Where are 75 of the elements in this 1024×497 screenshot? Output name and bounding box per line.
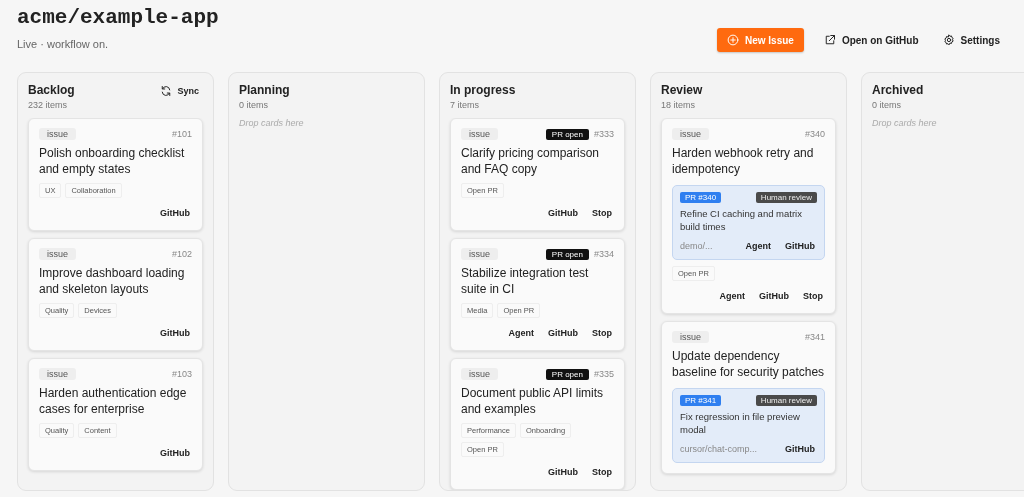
type-label: issue (461, 368, 498, 380)
card-action-button[interactable]: Stop (590, 206, 614, 220)
drop-hint: Drop cards here (872, 118, 938, 128)
card-action-button[interactable]: Agent (717, 289, 747, 303)
status-badge: PR open (545, 368, 589, 380)
type-label: issue (39, 248, 76, 260)
column-title: Archived (872, 83, 924, 97)
branch-name: cursor/chat-comp... (680, 444, 758, 454)
issue-title: Harden webhook retry and idempotency (672, 145, 815, 177)
pr-label: PR #341 (680, 395, 722, 406)
issue-number: #103 (171, 369, 192, 379)
issue-number: #102 (171, 249, 192, 259)
review-badge: Human review (755, 192, 817, 203)
item-count: 7 items (450, 100, 480, 110)
item-count: 232 items (28, 100, 69, 110)
issue-title: Update dependency baseline for security patches (672, 348, 825, 380)
type-label: issue (672, 331, 709, 343)
external-link-icon (823, 34, 836, 46)
type-label: issue (39, 128, 76, 140)
settings-button[interactable]: Settings (934, 28, 1008, 52)
issue-number: #340 (804, 129, 825, 139)
type-label: issue (39, 368, 76, 380)
issue-card[interactable]: issue #341 Update dependency baseline for security patches PR #341 Human review Fix regression in file preview modal cursor/chat-comp... GitHub (661, 321, 836, 474)
pull-request-card[interactable]: PR #341 Human review Fix regression in file preview modal cursor/chat-comp... GitHub (672, 388, 825, 463)
issue-title: Harden authentication edge cases for enterprise (39, 385, 188, 417)
review-badge: Human review (755, 395, 817, 406)
status-text: Live · workflow on. (17, 38, 110, 50)
column-title: Review (661, 83, 703, 97)
type-label: issue (461, 128, 498, 140)
column-title: Planning (239, 83, 290, 97)
settings-icon (942, 34, 955, 46)
sync-button[interactable]: Sync (156, 83, 203, 99)
item-count: 18 items (661, 100, 696, 110)
card-action-button[interactable]: GitHub (783, 239, 817, 253)
card-action-button[interactable]: Stop (590, 326, 614, 340)
item-count: 0 items (239, 100, 269, 110)
item-count: 0 items (872, 100, 902, 110)
card-action-button[interactable]: Stop (801, 289, 825, 303)
issue-title: Clarify pricing comparison and FAQ copy (461, 145, 601, 177)
column-title: Backlog (28, 83, 75, 97)
issue-title: Stabilize integration test suite in CI (461, 265, 590, 297)
issue-title: Improve dashboard loading and skeleton layouts (39, 265, 186, 297)
issue-number: #341 (804, 332, 825, 342)
type-label: issue (672, 128, 709, 140)
card-action-button[interactable]: GitHub (158, 326, 192, 340)
pull-request-card[interactable]: PR #340 Human review Refine CI caching and matrix build times demo/... Agent GitHub (672, 185, 825, 260)
type-label: issue (461, 248, 498, 260)
status-badge: PR open (545, 128, 589, 140)
status-badge: PR open (545, 248, 589, 260)
pr-title: Refine CI caching and matrix build times (680, 207, 803, 233)
issue-number: #335 (593, 369, 614, 379)
issue-title: Polish onboarding checklist and empty states (39, 145, 186, 177)
card-action-button[interactable]: GitHub (158, 446, 192, 460)
drop-hint: Drop cards here (239, 118, 305, 128)
card-action-button[interactable]: GitHub (546, 326, 580, 340)
card-action-button[interactable]: Agent (743, 239, 773, 253)
repo-title: acme/example-app (17, 6, 219, 30)
card-action-button[interactable]: GitHub (783, 442, 817, 456)
issue-number: #101 (171, 129, 192, 139)
card-action-button[interactable]: Agent (506, 326, 536, 340)
issue-number: #334 (593, 249, 614, 259)
card-action-button[interactable]: GitHub (757, 289, 791, 303)
column-title: In progress (450, 83, 516, 97)
branch-name: demo/... (680, 241, 713, 251)
card-action-button[interactable]: Stop (590, 465, 614, 479)
issue-number: #333 (593, 129, 614, 139)
pr-label: PR #340 (680, 192, 722, 203)
issue-title: Document public API limits and examples (461, 385, 605, 417)
card-action-button[interactable]: GitHub (158, 206, 192, 220)
card-action-button[interactable]: GitHub (546, 465, 580, 479)
open-github-button[interactable]: Open on GitHub (815, 28, 927, 52)
pr-title: Fix regression in file preview modal (680, 410, 801, 436)
plus-circle-icon (726, 34, 739, 46)
card-action-button[interactable]: GitHub (546, 206, 580, 220)
sync-icon (160, 85, 173, 97)
